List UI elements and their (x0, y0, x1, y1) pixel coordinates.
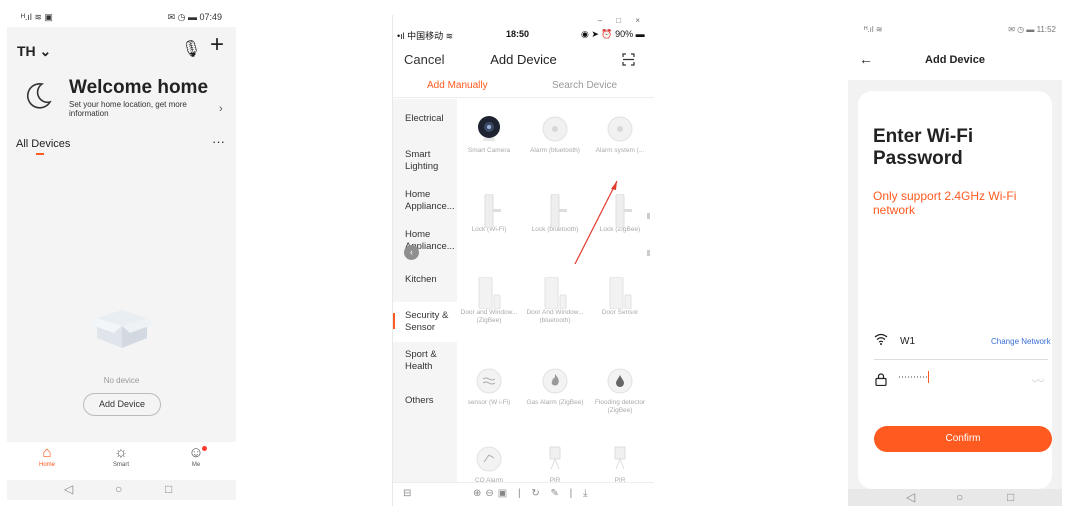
home-icon[interactable]: ○ (956, 490, 963, 504)
scrollbar[interactable] (646, 175, 652, 395)
notification-dot (202, 446, 207, 451)
system-nav-bar: ◁ ○ □ (848, 489, 1062, 506)
signal-status: ᴴ.ıl ≋ ▣ (21, 12, 53, 22)
tab-label: Smart (112, 462, 129, 468)
page-title: Add Device (925, 54, 985, 66)
window-controls[interactable]: – □ × (598, 16, 646, 25)
home-icon[interactable]: ○ (115, 482, 122, 496)
sun-icon: ☼ (114, 444, 128, 461)
lock-icon (875, 373, 887, 386)
category-smart-lighting[interactable]: Smart Lighting (405, 149, 445, 173)
welcome-title: Welcome home (69, 77, 209, 98)
device-grid: Smart Camera Alarm (bluetooth) Alarm sys… (457, 99, 654, 484)
bottom-tab-bar: ⌂ Home ☼ Smart ☺ Me (7, 442, 236, 480)
category-kitchen[interactable]: Kitchen (405, 274, 437, 286)
text-caret (927, 371, 929, 383)
carrier-status: •ıl 中国移动 ≋ (397, 31, 454, 41)
microphone-icon[interactable]: 🎙︎ (181, 39, 201, 59)
clock: 18:50 (506, 29, 530, 39)
category-others[interactable]: Others (405, 395, 434, 407)
password-field[interactable]: ·········· (898, 371, 929, 383)
category-security-sensor[interactable]: Security & Sensor (405, 310, 450, 334)
wifi-icon (874, 333, 888, 345)
status-bar: ᴴ.ıl ≋ ▣ ✉ ◷ ▬ 07:49 (7, 6, 236, 27)
tab-add-manually[interactable]: Add Manually (427, 80, 488, 91)
sidebar-toggle-icon[interactable]: ⊟ (403, 488, 411, 499)
cancel-button[interactable]: Cancel (404, 52, 444, 67)
chevron-left-icon[interactable]: ‹ (404, 245, 419, 260)
active-category-indicator (393, 313, 395, 329)
battery-status: ◉ ➤ ⏰ 90% ▬ (581, 29, 645, 39)
nav-bar: Add Device Cancel (393, 47, 654, 71)
tab-label: Me (191, 462, 201, 468)
wifi-card: Enter Wi-Fi Password Only support 2.4GHz… (858, 91, 1052, 489)
eye-closed-icon[interactable]: ◡◡ (1032, 375, 1044, 383)
back-icon[interactable]: ◁ (906, 490, 915, 504)
recents-icon[interactable]: □ (165, 482, 172, 496)
tab-search-device[interactable]: Search Device (552, 80, 617, 91)
phone-add-device-screen: – □ × •ıl 中国移动 ≋ 18:50 ◉ ➤ ⏰ 90% ▬ Add D… (392, 15, 654, 506)
tab-smart[interactable]: ☼ Smart (96, 444, 146, 468)
chevron-right-icon[interactable]: › (219, 103, 223, 115)
status-bar: •ıl 中国移动 ≋ 18:50 ◉ ➤ ⏰ 90% ▬ (393, 29, 654, 43)
system-nav-bar: ◁ ○ □ (7, 480, 236, 500)
home-header: TH ⌄ 🎙︎ + Welcome home Set your home loc… (7, 27, 236, 137)
battery-clock-status: ✉ ◷ ▬ 07:49 (167, 12, 222, 22)
no-device-text: No device (103, 376, 140, 385)
tab-home[interactable]: ⌂ Home (22, 444, 72, 468)
phone-home-screen: ᴴ.ıl ≋ ▣ ✉ ◷ ▬ 07:49 TH ⌄ 🎙︎ + Welcome h… (7, 6, 236, 500)
tab-me[interactable]: ☺ Me (171, 444, 221, 468)
viewer-toolbar: ⊟ ⊕⊖▣ | ↻ ✎ | ⤓ (393, 482, 654, 506)
annotation-arrow (574, 180, 618, 265)
wifi-note: Only support 2.4GHz Wi-Fi network (873, 189, 1017, 217)
category-sidebar: Electrical Smart Lighting Home Appliance… (393, 99, 457, 482)
battery-clock-status: ✉ ◷ ▬ 11:52 (1008, 25, 1056, 34)
nav-bar: ← Add Device (848, 40, 1062, 80)
zoom-tools[interactable]: ⊕⊖▣ | ↻ ✎ | ⤓ (473, 488, 591, 499)
add-device-button[interactable]: Add Device (83, 393, 161, 416)
tab-label: Home (38, 462, 55, 468)
welcome-subtitle[interactable]: Set your home location, get more informa… (69, 100, 199, 118)
recents-icon[interactable]: □ (1007, 490, 1014, 504)
back-icon[interactable]: ◁ (64, 482, 73, 496)
password-mask: ·········· (898, 371, 928, 382)
home-selector[interactable]: TH ⌄ (17, 43, 51, 60)
category-sport-health[interactable]: Sport & Health (405, 349, 445, 373)
category-home-appliance[interactable]: Home Appliance... (405, 189, 457, 213)
wifi-ssid: W1 (900, 336, 915, 347)
more-icon[interactable]: ··· (212, 134, 225, 149)
confirm-button[interactable]: Confirm (874, 426, 1052, 452)
category-electrical[interactable]: Electrical (405, 113, 444, 125)
divider (874, 359, 1048, 360)
empty-box-icon (89, 310, 155, 348)
change-network-link[interactable]: Change Network (991, 337, 1051, 346)
signal-status: ᴴ.ıl ≋ (864, 25, 883, 34)
scan-icon[interactable] (622, 53, 635, 66)
add-mode-tabs: Add Manually Search Device (393, 75, 654, 98)
moon-icon (26, 82, 52, 109)
phone-wifi-password-screen: ᴴ.ıl ≋ ✉ ◷ ▬ 11:52 ← Add Device Enter Wi… (848, 15, 1062, 506)
house-icon: ⌂ (42, 444, 52, 461)
user-icon: ☺ (188, 444, 204, 461)
add-icon[interactable]: + (210, 33, 224, 57)
card-heading: Enter Wi-Fi Password (873, 126, 974, 169)
status-bar: ᴴ.ıl ≋ ✉ ◷ ▬ 11:52 (848, 15, 1062, 40)
tab-indicator (36, 153, 44, 155)
tab-all-devices[interactable]: All Devices (16, 138, 70, 150)
